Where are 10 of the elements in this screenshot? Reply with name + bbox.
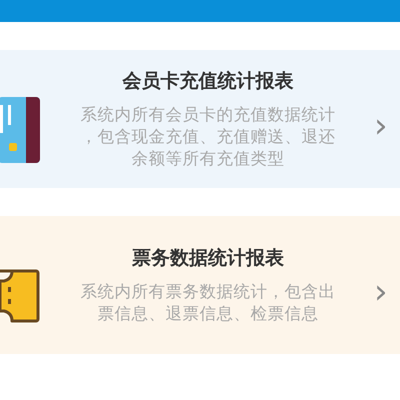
report-description: 系统内所有会员卡的充值数据统计 ，包含现金充值、充值赠送、退还 余额等所有充值类型 <box>80 104 336 170</box>
ticket-icon <box>0 267 40 325</box>
report-item[interactable]: 会员卡充值统计报表 系统内所有会员卡的充值数据统计 ，包含现金充值、充值赠送、退还 余额等所有充值类型 › <box>0 50 400 188</box>
report-title: 票务数据统计报表 <box>132 246 284 271</box>
report-title: 会员卡充值统计报表 <box>122 69 294 94</box>
report-item[interactable]: 票务数据统计报表 系统内所有票务数据统计，包含出 票信息、退票信息、检票信息 › <box>0 216 400 354</box>
credit-card-icon <box>0 97 40 163</box>
chevron-icon: › <box>374 261 396 309</box>
chevron-icon: › <box>374 95 396 143</box>
report-description: 系统内所有票务数据统计，包含出 票信息、退票信息、检票信息 <box>80 281 336 325</box>
